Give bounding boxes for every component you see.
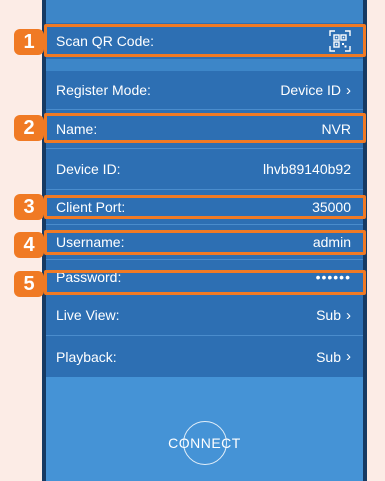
- chevron-right-icon: ›: [346, 81, 351, 99]
- playback-label: Playback:: [56, 348, 117, 365]
- callout-badge-1: 1: [14, 29, 44, 55]
- highlight-scan-qr: [44, 24, 366, 57]
- device-id-row[interactable]: Device ID: lhvb89140b92: [46, 149, 363, 189]
- chevron-right-icon: ›: [346, 348, 351, 365]
- device-id-label: Device ID:: [56, 161, 121, 177]
- highlight-client-port: [44, 195, 366, 219]
- chevron-right-icon: ›: [346, 306, 351, 324]
- highlight-password: [44, 270, 366, 295]
- bottom-area: CONNECT: [46, 377, 363, 481]
- top-spacer: [46, 0, 363, 23]
- connect-label: CONNECT: [168, 435, 241, 451]
- callout-badge-4: 4: [14, 232, 44, 258]
- playback-row[interactable]: Playback: Sub ›: [46, 336, 363, 377]
- callout-badge-5: 5: [14, 271, 44, 297]
- highlight-username: [44, 230, 366, 255]
- register-mode-row[interactable]: Register Mode: Device ID ›: [46, 71, 363, 109]
- callout-badge-2: 2: [14, 115, 44, 141]
- live-view-label: Live View:: [56, 307, 120, 323]
- connect-button[interactable]: CONNECT: [155, 421, 255, 465]
- register-mode-label: Register Mode:: [56, 82, 151, 98]
- live-view-value: Sub: [316, 307, 341, 323]
- highlight-name: [44, 113, 366, 143]
- register-mode-value: Device ID: [280, 82, 341, 98]
- playback-value: Sub: [316, 348, 341, 365]
- live-view-row[interactable]: Live View: Sub ›: [46, 295, 363, 335]
- section-spacer: [46, 59, 363, 71]
- device-id-value[interactable]: lhvb89140b92: [263, 161, 351, 177]
- callout-badge-3: 3: [14, 194, 44, 220]
